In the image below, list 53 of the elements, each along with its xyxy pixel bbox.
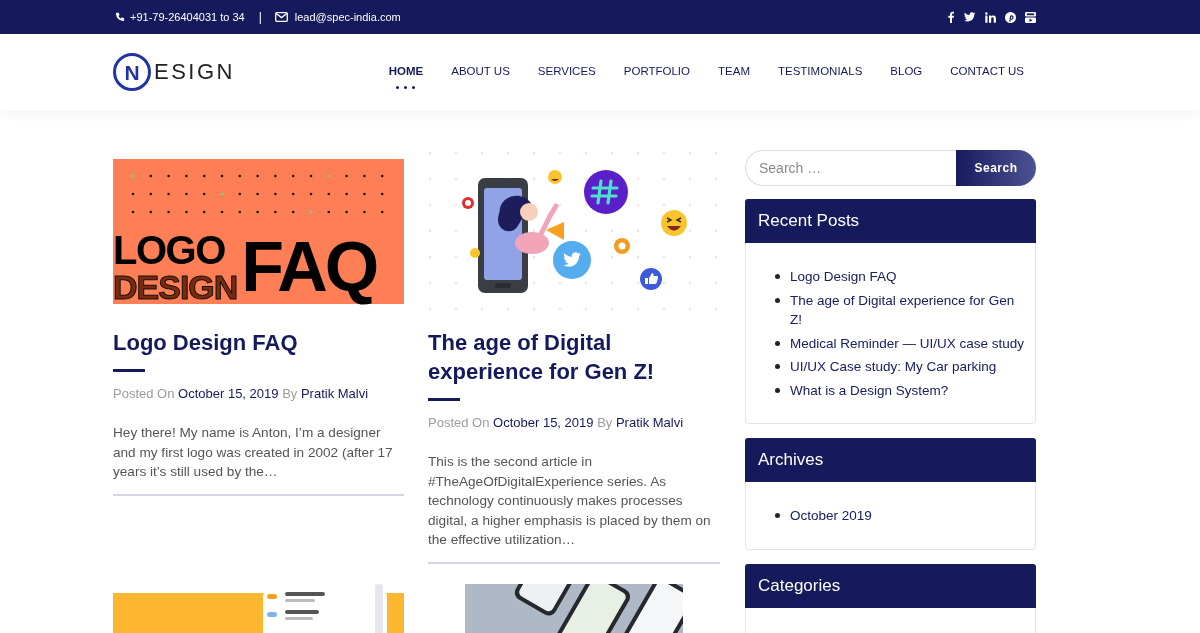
mail-icon [274,12,288,22]
nav-link[interactable]: BLOG [890,54,923,90]
sidebar-link[interactable]: What is a Design System? [790,380,1027,400]
post-meta: Posted On October 15, 2019 By Pratik Malvi [113,385,370,403]
nav-link[interactable]: TEAM [718,54,750,90]
youtube-icon[interactable] [1025,11,1036,23]
bullet-icon [775,513,780,518]
post-title[interactable]: The age of Digital experience for Gen Z! [428,328,720,386]
author-link[interactable]: Pratik Malvi [615,415,684,430]
nav-link[interactable]: SERVICES [537,54,596,90]
bullet-icon [775,387,780,393]
bullet-icon [775,364,780,369]
phone-number[interactable]: +91-79-26404031 to 34 [130,10,245,24]
widget-heading: Recent Posts [745,199,1036,243]
sidebar-link[interactable]: The age of Digital experience for Gen Z! [790,290,1027,330]
twitter-icon[interactable] [964,12,976,22]
logo-mark[interactable]: N [113,53,151,91]
post-excerpt: Hey there! My name is Anton, I’m a designer and my first logo was created in 2002 (after 17 years it’s still used by the… [113,424,394,481]
nav-link[interactable]: TESTIMONIALS [777,54,863,90]
contact-separator: | [258,10,262,24]
widget-heading: Categories [745,564,1036,608]
graphic-text: FAQ [241,230,378,304]
linkedin-icon[interactable] [985,11,996,23]
sidebar-link[interactable]: Medical Reminder — UI/UX case study [790,333,1027,353]
search-field[interactable]: Search … [745,150,956,186]
sidebar-link[interactable]: October 2019 [790,506,1027,526]
post-title[interactable]: Logo Design FAQ [113,328,404,357]
post-meta: Posted On October 15, 2019 By Pratik Malvi [428,414,685,432]
nav-link[interactable]: ABOUT US [451,54,510,90]
author-link[interactable]: Pratik Malvi [300,386,369,401]
nav-link[interactable]: HOME [388,54,424,90]
bullet-icon [775,274,780,279]
post-date-link[interactable]: October 15, 2019 [178,386,279,401]
bullet-icon [775,297,780,303]
facebook-icon[interactable] [948,11,955,23]
active-dots-icon [396,86,416,89]
phone-icon [115,12,125,22]
search-button[interactable]: Search [956,150,1036,186]
nav-link[interactable]: CONTACT US [950,54,1024,90]
pinterest-icon[interactable] [1005,11,1016,23]
sidebar-link[interactable]: Logo Design FAQ [790,267,1027,287]
nav-link[interactable]: PORTFOLIO [623,54,690,90]
widget-heading: Archives [745,438,1036,482]
bullet-icon [775,340,780,346]
post-date-link[interactable]: October 15, 2019 [493,415,594,430]
title-underline [113,369,145,372]
post-excerpt: This is the second article in #TheAgeOfDigitalExperience series. As technology continuously makes processes digital, a higher emphasis is placed by them on the effective utilization… [428,453,712,549]
logo-text[interactable]: ESIGN [154,59,235,85]
email-address[interactable]: lead@spec-india.com [294,10,401,24]
title-underline [428,398,460,401]
graphic-text: DESIGN [113,270,239,304]
sidebar-link[interactable]: UI/UX Case study: My Car parking [790,357,1027,377]
graphic-text: LOGO [113,230,226,270]
